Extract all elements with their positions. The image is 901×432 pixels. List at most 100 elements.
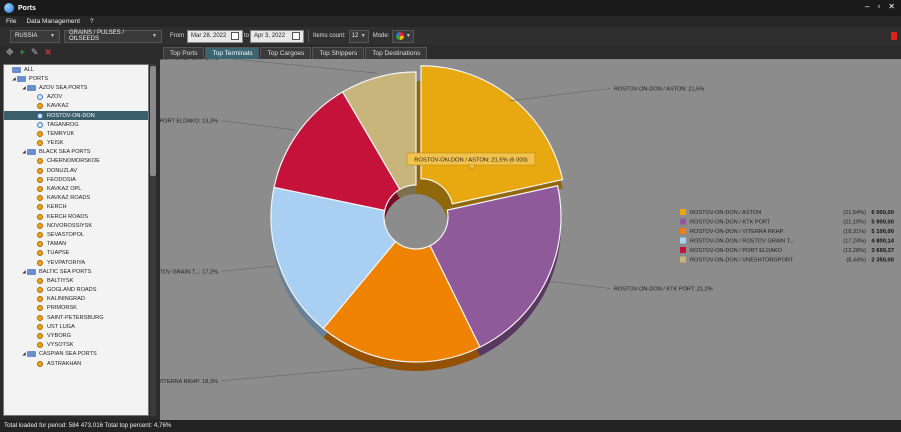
menu-help[interactable]: ? (90, 18, 94, 25)
tree-group[interactable]: ◢ AZOV SEA PORTS (4, 83, 148, 92)
mode-select[interactable]: ▼ (392, 29, 415, 43)
legend-percent: (21,54%) (843, 210, 866, 216)
pie-slice[interactable] (420, 65, 564, 205)
tree-item-label: CASPIAN SEA PORTS (39, 351, 97, 358)
tree-item[interactable]: CHERNOMORSKOE (4, 157, 148, 166)
tree-group[interactable]: ◢ BALTIC SEA PORTS (4, 267, 148, 276)
delete-icon[interactable]: ✕ (44, 47, 52, 58)
slice-label: OV-ON-DON / VITERRA RKHP: 18,3% (160, 379, 218, 385)
tab-top-destinations[interactable]: Top Destinations (365, 47, 428, 59)
mode-label: Mode: (372, 33, 390, 39)
tree-item[interactable]: NOVOROSSIYSK (4, 221, 148, 230)
minimize-icon[interactable]: – (865, 2, 869, 11)
tree-item-label: YEVPATORIYA (47, 259, 86, 266)
items-count-value: 12 (351, 33, 359, 39)
tree-item[interactable]: TEMRYUK (4, 129, 148, 138)
to-date-input[interactable]: Apr 3, 2022 (250, 29, 305, 43)
tab-top-shippers[interactable]: Top Shippers (312, 47, 365, 59)
legend-value: 4 800,14 (871, 239, 894, 245)
tab-top-cargoes[interactable]: Top Cargoes (260, 47, 312, 59)
tree-item-label: NOVOROSSIYSK (47, 222, 93, 229)
tree-item[interactable]: KERCH (4, 203, 148, 212)
tree-item[interactable]: KAVKAZ OPL (4, 184, 148, 193)
country-select[interactable]: RUSSIA ▼ (10, 29, 60, 43)
slice-leader-line (230, 59, 377, 74)
tree-item[interactable]: BALTIYSK (4, 276, 148, 285)
tree-item[interactable]: VYSOTSK (4, 341, 148, 350)
toolbar-divider (308, 30, 310, 42)
tree-item[interactable]: TAGANROG (4, 120, 148, 129)
tree-item[interactable]: VYBORG (4, 331, 148, 340)
cargo-select[interactable]: GRAINS / PULSES / OILSEEDS ▼ (64, 29, 162, 43)
tree-item[interactable]: YEVPATORIYA (4, 258, 148, 267)
tree-item[interactable]: KAVKAZ ROADS (4, 194, 148, 203)
alert-icon[interactable] (891, 32, 897, 40)
tooltip-text: ROSTOV-ON-DON / ASTON: 21,5% (6 000) (414, 158, 528, 164)
tree-item-label: TAMAN (47, 241, 67, 248)
slice-leader-line (550, 281, 612, 289)
port-icon (37, 360, 43, 367)
legend-value: 5 900,00 (871, 220, 894, 226)
from-date-input[interactable]: Mar 28, 2022 (187, 29, 243, 43)
menu-file[interactable]: File (6, 18, 16, 25)
port-icon (37, 140, 43, 147)
port-icon (37, 103, 43, 110)
tree-group[interactable]: ◢ PORTS (4, 74, 148, 83)
port-icon (37, 195, 43, 202)
tree-item[interactable]: ROSTOV-ON-DON (4, 110, 148, 121)
edit-icon[interactable]: ✎ (31, 47, 39, 58)
tree-item[interactable]: FEODOSIA (4, 175, 148, 184)
tree-item-label: SEVASTOPOL (47, 231, 85, 238)
tree-item[interactable]: TAMAN (4, 240, 148, 249)
tree-item-label: FEODOSIA (47, 176, 76, 183)
tree-item-label: ASTRAKHAN (47, 360, 82, 367)
window-title: Ports (18, 4, 36, 12)
legend-label: ROSTOV-ON-DON / VITERRA RKHP (690, 229, 784, 235)
tree-item[interactable]: KERCH ROADS (4, 212, 148, 221)
tree-item[interactable]: SAINT-PETERSBURG (4, 313, 148, 322)
ports-panel: ✥ + ✎ ✕ ALL ◢ PORTS ◢ AZOV SEA PORTS AZOV KAVK… (0, 45, 158, 420)
tree-item[interactable]: UST LUGA (4, 322, 148, 331)
tree-scrollbar[interactable] (150, 64, 156, 416)
legend-label: ROSTOV-ON-DON / VNESHTORGPORT (690, 258, 794, 264)
legend-value: 5 100,00 (871, 229, 894, 235)
tree-group[interactable]: ALL (4, 65, 148, 74)
tree-item[interactable]: PRIMORSK (4, 304, 148, 313)
tree-group[interactable]: ◢ BLACK SEA PORTS (4, 148, 148, 157)
close-icon[interactable]: ✕ (888, 2, 895, 11)
port-icon (37, 186, 43, 193)
port-icon (37, 250, 43, 257)
legend-swatch (680, 209, 686, 215)
tree-item[interactable]: KALININGRAD (4, 295, 148, 304)
scrollbar-thumb[interactable] (150, 66, 156, 176)
tab-top-ports[interactable]: Top Ports (163, 47, 205, 59)
tree-item[interactable]: ASTRAKHAN (4, 359, 148, 368)
move-icon[interactable]: ✥ (6, 47, 14, 58)
slice-leader-line (220, 265, 276, 272)
calendar-icon[interactable] (231, 32, 239, 40)
tree-item[interactable]: DONUZLAV (4, 166, 148, 175)
tree-item[interactable]: SEVASTOPOL (4, 230, 148, 239)
menu-data-management[interactable]: Data Management (26, 18, 79, 25)
chevron-down-icon: ▼ (152, 33, 157, 39)
tree-item[interactable]: AZOV (4, 93, 148, 102)
tree-item-label: VYBORG (47, 333, 71, 340)
tree-item-label: UST LUGA (47, 323, 75, 330)
tree-toolbar: ✥ + ✎ ✕ (0, 45, 158, 58)
calendar-icon[interactable] (292, 32, 301, 40)
tree-item-label: KERCH ROADS (47, 213, 89, 220)
tree-item[interactable]: GOGLAND ROADS (4, 286, 148, 295)
legend-swatch (680, 218, 686, 225)
add-icon[interactable]: + (20, 47, 25, 57)
tree-group[interactable]: ◢ CASPIAN SEA PORTS (4, 350, 148, 359)
maximize-icon[interactable]: ▫ (877, 2, 880, 11)
port-icon (37, 167, 43, 174)
country-value: RUSSIA (15, 33, 38, 39)
items-count-select[interactable]: 12 ▼ (348, 29, 369, 43)
tree-item[interactable]: TUAPSE (4, 249, 148, 258)
status-bar: Total loaded for period: 584 473,016 Tot… (0, 420, 901, 432)
slice-leader-line (220, 120, 296, 131)
tree-item[interactable]: KAVKAZ (4, 102, 148, 111)
tab-top-terminals[interactable]: Top Terminals (205, 47, 260, 59)
tree-item[interactable]: YEISK (4, 139, 148, 148)
